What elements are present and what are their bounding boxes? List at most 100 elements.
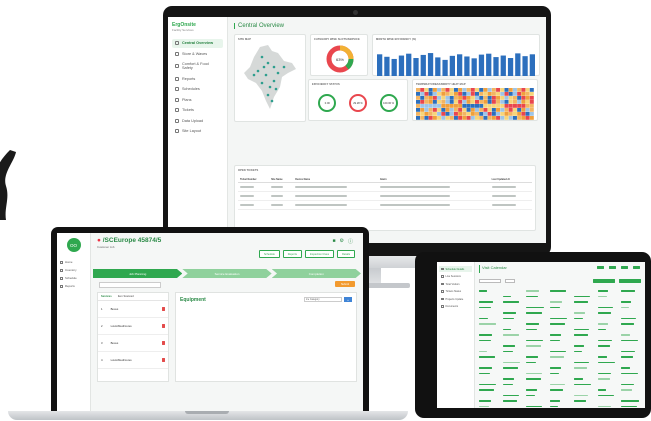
calendar-cell[interactable]	[573, 311, 594, 315]
calendar-cell[interactable]	[550, 355, 570, 359]
event-bar[interactable]	[479, 301, 494, 303]
sidebar-item-schedule-details[interactable]: Schedule Details	[439, 266, 472, 272]
calendar-cell[interactable]	[550, 289, 570, 293]
efficiency-bar[interactable]	[427, 53, 434, 76]
list-item[interactable]: 3 Boxes	[98, 335, 168, 352]
list-header[interactable]: Item Scanned	[118, 295, 134, 298]
delete-icon[interactable]	[161, 324, 165, 328]
sidebar-item-projects-update[interactable]: Projects Update	[439, 296, 472, 302]
calendar-cell[interactable]	[503, 306, 523, 310]
calendar-cell[interactable]	[526, 344, 546, 348]
event-bar[interactable]	[479, 367, 492, 369]
sidebar-item-central-overview[interactable]: Central Overview	[172, 38, 223, 48]
calendar-cell[interactable]	[502, 361, 523, 365]
event-bar[interactable]	[550, 389, 564, 391]
calendar-cell[interactable]	[550, 328, 570, 332]
calendar-cell[interactable]	[621, 372, 641, 376]
calendar-cell[interactable]	[503, 339, 523, 343]
calendar-cell[interactable]	[597, 295, 618, 299]
event-bar[interactable]	[502, 361, 520, 364]
efficiency-bar[interactable]	[471, 58, 477, 76]
event-bar[interactable]	[621, 306, 630, 309]
event-bar[interactable]	[621, 389, 633, 391]
calendar-cell[interactable]	[479, 394, 499, 398]
details-button[interactable]: Details	[337, 250, 355, 258]
event-bar[interactable]	[479, 383, 497, 386]
event-bar[interactable]	[573, 301, 589, 303]
settings-icon[interactable]: ⚙	[340, 238, 344, 245]
efficiency-bar[interactable]	[478, 54, 485, 76]
calendar-cell[interactable]	[574, 322, 594, 326]
calendar-cell[interactable]	[550, 295, 570, 299]
event-bar[interactable]	[526, 306, 544, 309]
event-bar[interactable]	[573, 350, 583, 353]
list-item[interactable]: 4 LoHo/Medi/cures	[98, 352, 168, 369]
calendar-cell[interactable]	[621, 295, 641, 299]
step-3[interactable]: Completion	[271, 269, 361, 278]
calendar-cell[interactable]	[597, 344, 618, 348]
category-select[interactable]: Ice Category	[304, 297, 342, 302]
calendar-cell[interactable]	[550, 339, 570, 343]
calendar-cell[interactable]	[621, 350, 641, 354]
calendar-cell[interactable]	[503, 289, 523, 293]
calendar-cell[interactable]	[597, 322, 618, 326]
calendar-cell[interactable]	[621, 355, 641, 359]
event-bar[interactable]	[479, 290, 487, 292]
event-bar[interactable]	[597, 339, 613, 342]
category-donut-chart[interactable]: 63%	[314, 43, 366, 75]
event-bar[interactable]	[621, 356, 634, 358]
view-chip[interactable]	[597, 266, 604, 269]
calendar-cell[interactable]	[597, 339, 618, 343]
calendar-cell[interactable]	[621, 383, 641, 387]
event-bar[interactable]	[621, 317, 636, 320]
calendar-cell[interactable]	[621, 377, 641, 381]
view-chip[interactable]	[621, 266, 628, 269]
calendar-cell[interactable]	[550, 366, 570, 370]
calendar-cell[interactable]	[574, 289, 594, 293]
event-bar[interactable]	[502, 345, 516, 347]
event-bar[interactable]	[597, 306, 613, 309]
calendar-cell[interactable]	[598, 383, 618, 387]
reports-button[interactable]: Reports	[282, 250, 302, 258]
help-icon[interactable]: ⓘ	[348, 238, 353, 245]
calendar-cell[interactable]	[621, 388, 641, 392]
calendar-cell[interactable]	[502, 399, 523, 403]
filter-input[interactable]	[505, 279, 515, 283]
calendar-cell[interactable]	[526, 333, 546, 337]
step-2[interactable]: Service Evaluation	[182, 269, 272, 278]
apply-button[interactable]	[593, 279, 615, 283]
event-bar[interactable]	[479, 405, 490, 408]
sidebar-item-inventory[interactable]: Inventory	[60, 268, 87, 272]
efficiency-bar[interactable]	[449, 55, 455, 76]
schedule-button[interactable]: Schedule	[258, 250, 280, 258]
event-bar[interactable]	[479, 372, 490, 375]
event-bar[interactable]	[526, 394, 536, 397]
efficiency-bar[interactable]	[457, 54, 463, 76]
calendar-cell[interactable]	[526, 350, 546, 354]
event-bar[interactable]	[621, 323, 634, 325]
efficiency-bar[interactable]	[464, 56, 470, 76]
calendar-cell[interactable]	[502, 300, 523, 304]
calendar-cell[interactable]	[503, 388, 523, 392]
event-bar[interactable]	[621, 350, 635, 353]
date-range-input[interactable]	[479, 279, 501, 283]
event-bar[interactable]	[597, 290, 609, 292]
calendar-cell[interactable]	[503, 405, 523, 409]
calendar-cell[interactable]	[597, 311, 618, 315]
calendar-cell[interactable]	[479, 383, 499, 387]
efficiency-bar[interactable]	[413, 58, 419, 76]
event-bar[interactable]	[502, 367, 518, 369]
calendar-cell[interactable]	[479, 399, 499, 403]
efficiency-bar[interactable]	[377, 54, 383, 76]
event-bar[interactable]	[479, 317, 488, 320]
calendar-cell[interactable]	[479, 372, 499, 376]
event-bar[interactable]	[479, 350, 488, 353]
event-bar[interactable]	[526, 312, 543, 314]
event-bar[interactable]	[526, 356, 538, 358]
calendar-cell[interactable]	[621, 311, 641, 315]
calendar-cell[interactable]	[598, 399, 618, 403]
sidebar-item-schedules[interactable]: Schedules	[172, 85, 223, 94]
calendar-cell[interactable]	[526, 300, 546, 304]
sidebar-item-tickets-status[interactable]: Tickets Status	[439, 289, 472, 295]
calendar-cell[interactable]	[479, 339, 499, 343]
